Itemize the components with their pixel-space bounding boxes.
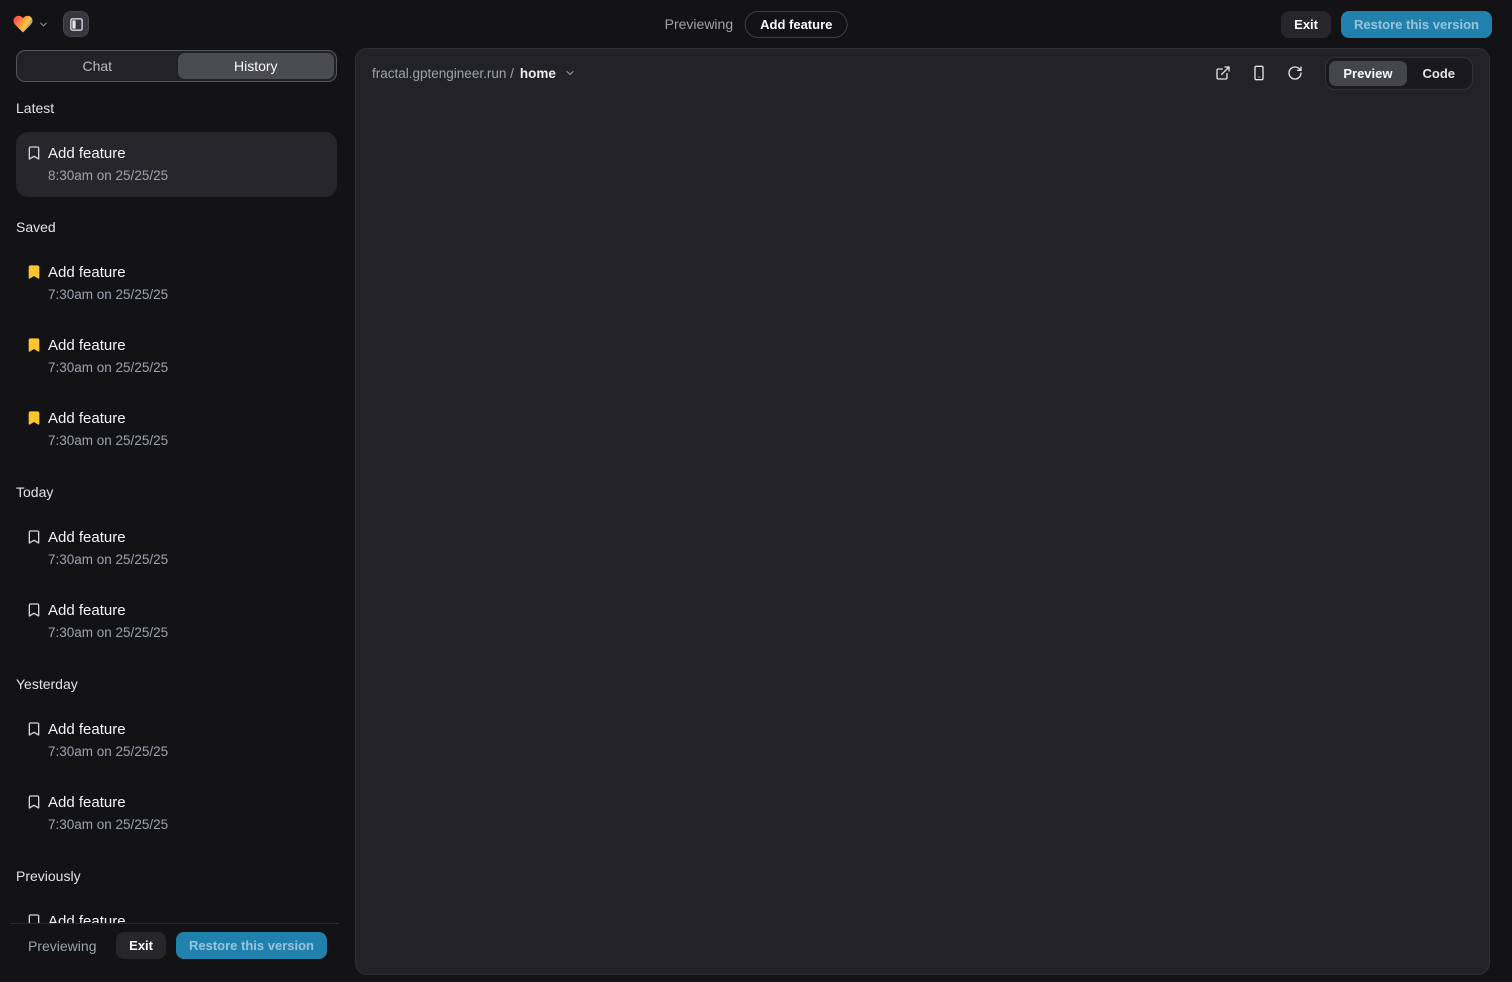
smartphone-icon bbox=[1251, 65, 1267, 81]
section-title-yesterday: Yesterday bbox=[16, 676, 337, 692]
lovable-heart-icon bbox=[12, 13, 34, 35]
tab-preview[interactable]: Preview bbox=[1329, 61, 1406, 86]
bookmark-icon[interactable] bbox=[26, 529, 42, 545]
version-title: Add feature bbox=[48, 142, 327, 165]
bookmark-icon[interactable] bbox=[26, 721, 42, 737]
history-list[interactable]: Latest Add feature 8:30am on 25/25/25 Sa… bbox=[16, 94, 337, 923]
section-title-previously: Previously bbox=[16, 868, 337, 884]
version-title: Add feature bbox=[48, 407, 327, 430]
list-item[interactable]: Add feature 7:30am on 25/25/25 bbox=[16, 251, 337, 316]
list-item[interactable]: Add feature 7:30am on 25/25/25 bbox=[16, 589, 337, 654]
version-time: 8:30am on 25/25/25 bbox=[48, 165, 327, 187]
sidebar-tabs: Chat History bbox=[16, 50, 337, 82]
list-item[interactable]: Add feature 7:30am on 25/25/25 bbox=[16, 708, 337, 773]
sidebar-toggle-button[interactable] bbox=[63, 11, 89, 37]
restore-version-button-footer[interactable]: Restore this version bbox=[176, 932, 327, 959]
list-item[interactable]: Add feature 8:30am on 25/25/25 bbox=[16, 132, 337, 197]
mobile-view-button[interactable] bbox=[1245, 59, 1273, 87]
list-item[interactable]: Add feature 7:30am on 25/25/25 bbox=[16, 397, 337, 462]
workspace-menu[interactable] bbox=[12, 13, 49, 35]
previewing-label: Previewing bbox=[665, 16, 733, 32]
list-item[interactable]: Add feature 7:30am on 25/25/25 bbox=[16, 516, 337, 581]
section-title-saved: Saved bbox=[16, 219, 337, 235]
version-title: Add feature bbox=[48, 599, 327, 622]
preview-content[interactable] bbox=[356, 97, 1489, 974]
exit-button[interactable]: Exit bbox=[1281, 11, 1331, 38]
bookmark-icon[interactable] bbox=[26, 602, 42, 618]
previewing-indicator: Previewing Add feature bbox=[665, 0, 848, 48]
version-title: Add feature bbox=[48, 718, 327, 741]
version-title: Add feature bbox=[48, 910, 327, 923]
version-time: 7:30am on 25/25/25 bbox=[48, 741, 327, 763]
tab-code[interactable]: Code bbox=[1409, 61, 1470, 86]
preview-panel: fractal.gptengineer.run / home bbox=[355, 48, 1490, 975]
list-item[interactable]: Add feature 7:30am on 25/25/25 bbox=[16, 781, 337, 846]
preview-header-actions: Preview Code bbox=[1209, 57, 1473, 90]
tab-history[interactable]: History bbox=[178, 53, 335, 79]
list-item[interactable]: Add feature 7:30am on 25/25/25 bbox=[16, 900, 337, 923]
refresh-icon bbox=[1287, 65, 1303, 81]
breadcrumb[interactable]: fractal.gptengineer.run / home bbox=[372, 66, 576, 81]
top-bar: Previewing Add feature Exit Restore this… bbox=[0, 0, 1512, 48]
list-item[interactable]: Add feature 7:30am on 25/25/25 bbox=[16, 324, 337, 389]
chevron-down-icon bbox=[564, 67, 576, 79]
view-mode-toggle: Preview Code bbox=[1325, 57, 1473, 90]
preview-header: fractal.gptengineer.run / home bbox=[356, 49, 1489, 97]
breadcrumb-domain: fractal.gptengineer.run / bbox=[372, 66, 514, 81]
tab-chat[interactable]: Chat bbox=[19, 53, 176, 79]
bookmark-filled-icon[interactable] bbox=[26, 337, 42, 353]
external-link-icon bbox=[1215, 65, 1231, 81]
bookmark-icon[interactable] bbox=[26, 913, 42, 923]
restore-version-button[interactable]: Restore this version bbox=[1341, 11, 1492, 38]
version-time: 7:30am on 25/25/25 bbox=[48, 814, 327, 836]
bookmark-filled-icon[interactable] bbox=[26, 264, 42, 280]
bookmark-icon[interactable] bbox=[26, 145, 42, 161]
version-title: Add feature bbox=[48, 261, 327, 284]
section-title-latest: Latest bbox=[16, 100, 337, 116]
bookmark-filled-icon[interactable] bbox=[26, 410, 42, 426]
version-time: 7:30am on 25/25/25 bbox=[48, 430, 327, 452]
open-in-new-tab-button[interactable] bbox=[1209, 59, 1237, 87]
sidebar-footer: Previewing Exit Restore this version bbox=[10, 923, 339, 967]
version-time: 7:30am on 25/25/25 bbox=[48, 284, 327, 306]
chevron-down-icon bbox=[38, 19, 49, 30]
version-badge[interactable]: Add feature bbox=[745, 11, 847, 38]
exit-button-footer[interactable]: Exit bbox=[116, 932, 166, 959]
version-time: 7:30am on 25/25/25 bbox=[48, 357, 327, 379]
history-sidebar: Chat History Latest Add feature 8:30am o… bbox=[16, 50, 337, 967]
version-title: Add feature bbox=[48, 791, 327, 814]
version-title: Add feature bbox=[48, 526, 327, 549]
version-time: 7:30am on 25/25/25 bbox=[48, 622, 327, 644]
breadcrumb-page: home bbox=[520, 66, 556, 81]
section-title-today: Today bbox=[16, 484, 337, 500]
version-title: Add feature bbox=[48, 334, 327, 357]
refresh-button[interactable] bbox=[1281, 59, 1309, 87]
previewing-status: Previewing bbox=[28, 938, 96, 954]
bookmark-icon[interactable] bbox=[26, 794, 42, 810]
panel-left-icon bbox=[69, 17, 84, 32]
version-time: 7:30am on 25/25/25 bbox=[48, 549, 327, 571]
topbar-actions: Exit Restore this version bbox=[1281, 11, 1492, 38]
